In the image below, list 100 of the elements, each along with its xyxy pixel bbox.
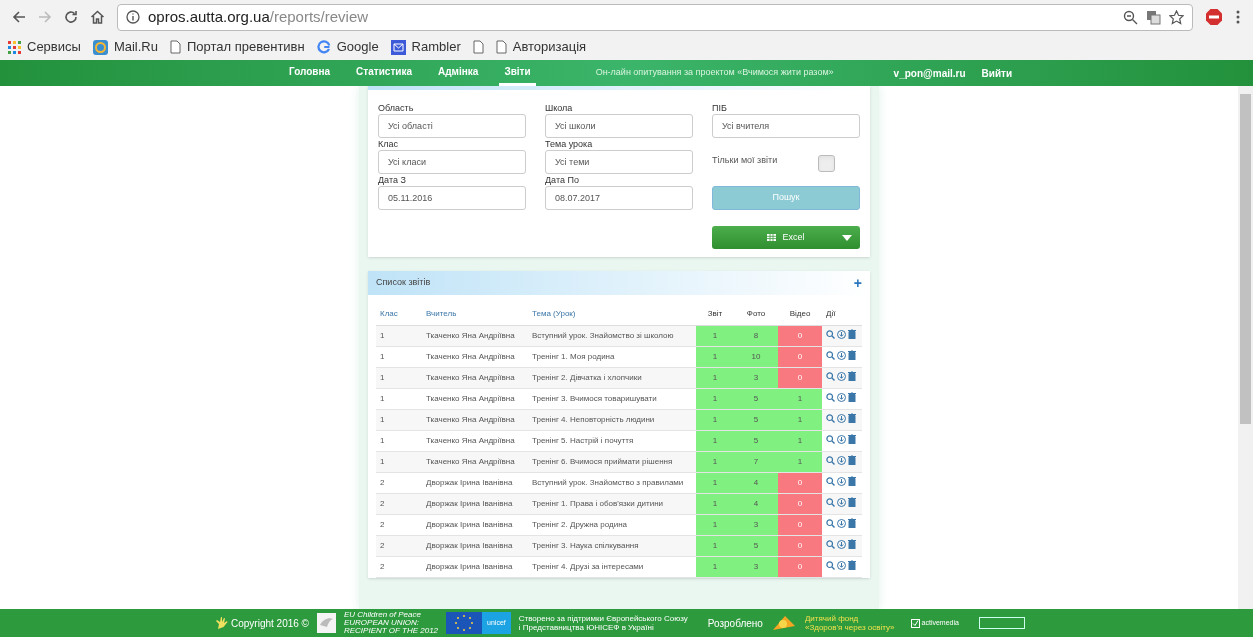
trash-icon[interactable]: [848, 371, 856, 381]
download-icon[interactable]: [837, 392, 846, 402]
search-icon[interactable]: [826, 518, 835, 528]
bookmark[interactable]: Mail.Ru: [92, 37, 158, 57]
scrollbar[interactable]: [1238, 86, 1253, 609]
download-icon[interactable]: [837, 476, 846, 486]
address-bar[interactable]: opros.autta.org.ua/reports/review: [117, 3, 1193, 31]
trash-icon[interactable]: [848, 560, 856, 570]
bookmark[interactable]: Портал превентивн: [169, 37, 305, 57]
field-label: Школа: [545, 102, 574, 114]
trash-icon[interactable]: [848, 350, 856, 360]
download-icon[interactable]: [837, 455, 846, 465]
checkbox[interactable]: [818, 155, 835, 172]
input-field[interactable]: Усі вчителя: [712, 114, 860, 138]
trash-icon[interactable]: [848, 539, 856, 549]
trash-icon[interactable]: [848, 413, 856, 423]
checkbox-label: Тільки мої звіти: [712, 153, 778, 167]
bookmark[interactable]: Rambler: [390, 37, 461, 57]
field-label: Дата З: [378, 174, 407, 186]
reload-icon[interactable]: [64, 10, 78, 24]
site-tagline: Он-лайн опитування за проектом «Вчимося жити разом»: [595, 66, 834, 80]
search-icon[interactable]: [826, 497, 835, 507]
back-icon[interactable]: [12, 10, 26, 24]
add-button[interactable]: +: [853, 276, 862, 290]
search-icon[interactable]: [826, 560, 835, 570]
table-cell: Тренінг 5. Настрій і почуття: [528, 430, 696, 452]
table-cell: 3: [734, 367, 778, 389]
column-header: Клас: [376, 303, 422, 326]
input-field[interactable]: Усі області: [378, 114, 526, 138]
download-icon[interactable]: [837, 518, 846, 528]
table-cell: 0: [778, 556, 822, 578]
table-cell: Ткаченко Яна Андріївна: [422, 325, 528, 347]
trash-icon[interactable]: [848, 476, 856, 486]
table-cell: Тренінг 4. Друзі за інтересами: [528, 556, 696, 578]
input-field[interactable]: 05.11.2016: [378, 186, 526, 210]
download-icon[interactable]: [837, 371, 846, 381]
table-cell: Ткаченко Яна Андріївна: [422, 388, 528, 410]
adblock-icon[interactable]: [1205, 8, 1223, 26]
table-cell: 2: [376, 493, 422, 515]
bookmark[interactable]: Авторизація: [495, 37, 587, 57]
download-icon[interactable]: [837, 560, 846, 570]
menu-icon[interactable]: [1235, 9, 1241, 25]
search-icon[interactable]: [826, 392, 835, 402]
search-icon[interactable]: [826, 350, 835, 360]
bookmark[interactable]: Google: [316, 37, 379, 57]
input-field[interactable]: Усі школи: [545, 114, 693, 138]
eu-flag-icon: [446, 612, 483, 634]
home-icon[interactable]: [90, 10, 105, 24]
trash-icon[interactable]: [848, 434, 856, 444]
download-icon[interactable]: [837, 497, 846, 507]
table-cell: Дворжак Ірина Іванівна: [422, 493, 528, 515]
counter-badge: [978, 617, 1025, 629]
table-cell: Дворжак Ірина Іванівна: [422, 472, 528, 494]
table-cell: 1: [696, 388, 734, 410]
translate-icon[interactable]: [1146, 9, 1161, 25]
search-icon[interactable]: [826, 434, 835, 444]
user-email: v_pon@mail.ru: [893, 66, 966, 81]
star-icon[interactable]: [1169, 9, 1184, 25]
download-icon[interactable]: [837, 539, 846, 549]
table-cell: 2: [376, 472, 422, 494]
field-label: Клас: [378, 138, 399, 150]
search-icon[interactable]: [826, 371, 835, 381]
download-icon[interactable]: [837, 350, 846, 360]
award-caption: EUROPEAN UNION:: [343, 619, 421, 627]
input-field[interactable]: 08.07.2017: [545, 186, 693, 210]
award-caption: RECIPIENT OF THE 2012: [343, 627, 439, 635]
support-caption: і Представництва ЮНІСЕФ в Україні: [518, 623, 655, 632]
table-cell: 1: [778, 409, 822, 431]
page-icon[interactable]: [472, 40, 484, 54]
table-cell: 5: [734, 388, 778, 410]
table-cell: Дворжак Ірина Іванівна: [422, 535, 528, 557]
table-cell: 3: [734, 556, 778, 578]
table-cell: 1: [778, 388, 822, 410]
table-cell: Тренінг 1. Моя родина: [528, 346, 696, 368]
trash-icon[interactable]: [848, 518, 856, 528]
input-field[interactable]: Усі теми: [545, 150, 693, 174]
trash-icon[interactable]: [848, 329, 856, 339]
table-cell: 1: [696, 514, 734, 536]
trash-icon[interactable]: [848, 455, 856, 465]
zoom-out-icon[interactable]: [1123, 9, 1138, 25]
search-icon[interactable]: [826, 329, 835, 339]
table-cell: Тренінг 2. Дівчатка і хлопчики: [528, 367, 696, 389]
column-header: Фото: [734, 303, 778, 326]
input-field[interactable]: Усі класи: [378, 150, 526, 174]
download-icon[interactable]: [837, 329, 846, 339]
search-icon[interactable]: [826, 476, 835, 486]
download-icon[interactable]: [837, 413, 846, 423]
table-cell: 1: [376, 451, 422, 473]
download-icon[interactable]: [837, 434, 846, 444]
bookmark[interactable]: Сервисы: [8, 37, 81, 57]
developed-by-label: Розроблено: [707, 616, 763, 631]
table-icon: [767, 234, 777, 241]
table-cell: 1: [696, 346, 734, 368]
table-cell: 0: [778, 367, 822, 389]
table-cell: 1: [696, 409, 734, 431]
trash-icon[interactable]: [848, 497, 856, 507]
trash-icon[interactable]: [848, 392, 856, 402]
search-icon[interactable]: [826, 539, 835, 549]
search-icon[interactable]: [826, 455, 835, 465]
search-icon[interactable]: [826, 413, 835, 423]
